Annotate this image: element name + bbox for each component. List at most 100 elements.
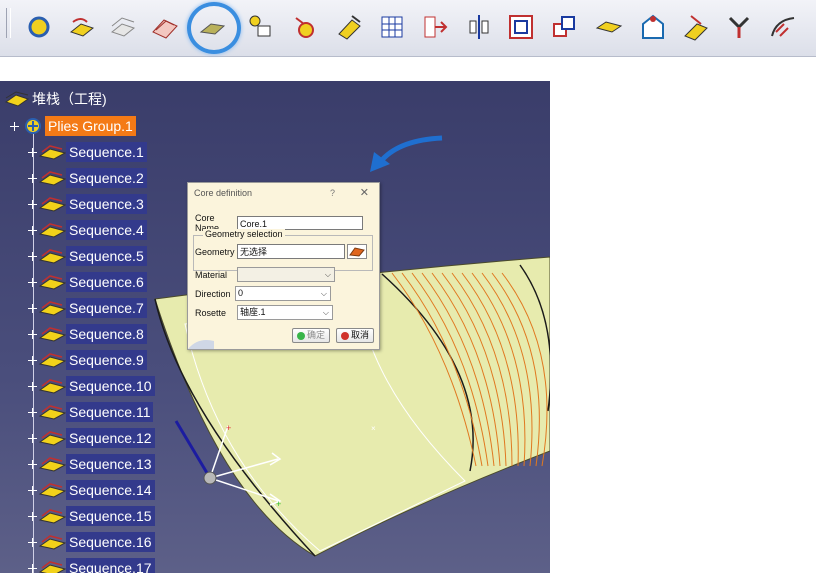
expand-icon[interactable] bbox=[28, 329, 37, 339]
marker-icon[interactable] bbox=[724, 12, 754, 42]
core-definition-dialog: Core definition ? ✕ Core Name Core.1 Geo… bbox=[187, 182, 380, 350]
split-icon[interactable] bbox=[550, 12, 580, 42]
expand-icon[interactable] bbox=[28, 459, 37, 469]
tree-item-label: Plies Group.1 bbox=[45, 116, 136, 136]
ok-button[interactable]: 确定 bbox=[292, 328, 331, 343]
expand-icon[interactable] bbox=[28, 511, 37, 521]
geometry-select-button[interactable] bbox=[347, 244, 367, 259]
expand-icon[interactable] bbox=[10, 121, 19, 131]
plies-group-icon bbox=[25, 118, 41, 134]
dialog-titlebar[interactable]: Core definition ? ✕ bbox=[188, 183, 379, 203]
tree-item-sequence[interactable]: Sequence.5 bbox=[28, 245, 147, 267]
svg-text:+: + bbox=[276, 499, 281, 509]
tree-item-label: Sequence.16 bbox=[66, 532, 155, 552]
help-button[interactable]: ? bbox=[330, 183, 335, 203]
tree-item-label: Sequence.12 bbox=[66, 428, 155, 448]
flatten-icon[interactable] bbox=[638, 12, 668, 42]
core-name-field[interactable]: Core.1 bbox=[237, 216, 363, 230]
tree-item-sequence[interactable]: Sequence.9 bbox=[28, 349, 147, 371]
tree-item-sequence[interactable]: Sequence.6 bbox=[28, 271, 147, 293]
tree-item-sequence[interactable]: Sequence.17 bbox=[28, 557, 155, 573]
tree-root[interactable]: 堆栈（工程) bbox=[4, 89, 107, 109]
tree-root-label: 堆栈（工程) bbox=[32, 91, 107, 107]
tree-item-sequence[interactable]: Sequence.7 bbox=[28, 297, 147, 319]
sequence-icon bbox=[38, 561, 66, 573]
tree-item-plies-group[interactable]: Plies Group.1 bbox=[10, 115, 136, 137]
sequence-icon bbox=[38, 223, 66, 238]
surface-select-icon bbox=[349, 247, 365, 257]
route-icon[interactable] bbox=[768, 12, 798, 42]
sequence-icon bbox=[38, 249, 66, 264]
core-sampling-icon[interactable] bbox=[681, 12, 711, 42]
cancel-icon bbox=[341, 331, 349, 340]
direction-label: Direction bbox=[195, 288, 231, 299]
rosette-value: 轴座.1 bbox=[240, 307, 266, 317]
cancel-button[interactable]: 取消 bbox=[336, 328, 375, 343]
expand-icon[interactable] bbox=[28, 303, 37, 313]
sequence-icon bbox=[38, 327, 66, 342]
grid-panel-icon[interactable] bbox=[108, 12, 138, 42]
expand-icon[interactable] bbox=[28, 381, 37, 391]
direction-select[interactable]: 0 ⌵ bbox=[235, 286, 331, 301]
ply-from-stacking-icon[interactable] bbox=[246, 12, 276, 42]
transfer-icon[interactable] bbox=[464, 12, 494, 42]
cut-piece-icon[interactable] bbox=[594, 12, 624, 42]
tree-item-sequence[interactable]: Sequence.15 bbox=[28, 505, 155, 527]
expand-icon[interactable] bbox=[28, 277, 37, 287]
geometry-field[interactable]: 无选择 bbox=[237, 244, 345, 259]
tree-item-sequence[interactable]: Sequence.16 bbox=[28, 531, 155, 553]
ply-table-icon[interactable] bbox=[420, 12, 450, 42]
toolbar-grip[interactable] bbox=[6, 8, 11, 38]
sequence-icon bbox=[38, 431, 66, 446]
sequence-icon bbox=[38, 197, 66, 212]
zone-group-icon[interactable] bbox=[67, 12, 97, 42]
tree-item-sequence[interactable]: Sequence.1 bbox=[28, 141, 147, 163]
tree-item-label: Sequence.1 bbox=[66, 142, 147, 162]
expand-icon[interactable] bbox=[28, 199, 37, 209]
expand-icon[interactable] bbox=[28, 407, 37, 417]
tree-item-sequence[interactable]: Sequence.2 bbox=[28, 167, 147, 189]
close-button[interactable]: ✕ bbox=[360, 183, 369, 203]
rosette-row: Rosette 轴座.1 ⌵ bbox=[195, 305, 333, 320]
ply-exploder-icon[interactable] bbox=[290, 12, 320, 42]
material-select[interactable]: ⌵ bbox=[237, 267, 335, 282]
rosette-select[interactable]: 轴座.1 ⌵ bbox=[237, 305, 333, 320]
core-icon[interactable] bbox=[197, 12, 227, 42]
stacking-icon bbox=[4, 91, 30, 107]
expand-icon[interactable] bbox=[28, 147, 37, 157]
tree-item-sequence[interactable]: Sequence.8 bbox=[28, 323, 147, 345]
expand-icon[interactable] bbox=[28, 355, 37, 365]
sequence-icon bbox=[38, 457, 66, 472]
tree-item-label: Sequence.7 bbox=[66, 298, 147, 318]
expand-icon[interactable] bbox=[28, 563, 37, 573]
manual-ply-icon[interactable] bbox=[334, 12, 364, 42]
material-row: Material ⌵ bbox=[195, 267, 335, 282]
expand-icon[interactable] bbox=[28, 433, 37, 443]
tree-item-sequence[interactable]: Sequence.4 bbox=[28, 219, 147, 241]
chevron-down-icon: ⌵ bbox=[324, 270, 331, 279]
tree-item-sequence[interactable]: Sequence.14 bbox=[28, 479, 155, 501]
tree-item-sequence[interactable]: Sequence.10 bbox=[28, 375, 155, 397]
expand-icon[interactable] bbox=[28, 485, 37, 495]
symmetry-icon[interactable] bbox=[506, 12, 536, 42]
tree-item-sequence[interactable]: Sequence.11 bbox=[28, 401, 154, 423]
3d-viewport[interactable]: + + × 堆栈（工程) Plies Group.1 Sequence.1 Seq… bbox=[0, 81, 550, 573]
expand-icon[interactable] bbox=[28, 225, 37, 235]
toolbar bbox=[0, 0, 816, 57]
tree-item-sequence[interactable]: Sequence.3 bbox=[28, 193, 147, 215]
tree-item-label: Sequence.10 bbox=[66, 376, 155, 396]
composites-params-icon[interactable] bbox=[24, 12, 54, 42]
expand-icon[interactable] bbox=[28, 251, 37, 261]
sequence-icon bbox=[38, 535, 66, 550]
expand-icon[interactable] bbox=[28, 173, 37, 183]
tree-item-label: Sequence.8 bbox=[66, 324, 147, 344]
tree-item-sequence[interactable]: Sequence.12 bbox=[28, 427, 155, 449]
material-excess-icon[interactable] bbox=[377, 12, 407, 42]
material-label: Material bbox=[195, 269, 228, 280]
tree-item-sequence[interactable]: Sequence.13 bbox=[28, 453, 155, 475]
expand-icon[interactable] bbox=[28, 537, 37, 547]
svg-text:+: + bbox=[226, 423, 231, 433]
ok-label: 确定 bbox=[307, 330, 326, 340]
rosette-label: Rosette bbox=[195, 307, 227, 318]
plies-group-icon[interactable] bbox=[150, 12, 180, 42]
